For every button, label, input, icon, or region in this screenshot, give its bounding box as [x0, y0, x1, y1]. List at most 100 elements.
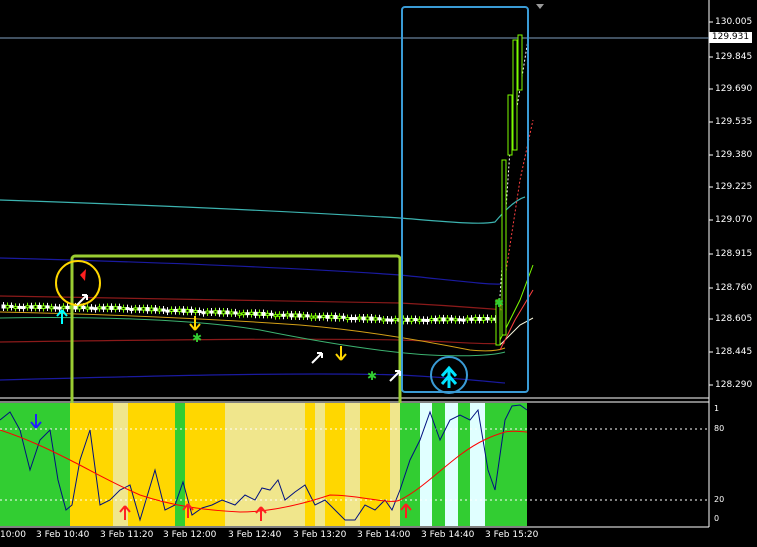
time-tick-label: 3 Feb 10:40	[36, 530, 90, 540]
candle	[517, 34, 523, 91]
candle	[121, 307, 126, 311]
candle	[421, 318, 426, 322]
candle	[257, 311, 262, 316]
candle	[157, 308, 162, 312]
candle	[353, 317, 358, 321]
indicator-zone	[485, 403, 527, 526]
candle	[93, 307, 98, 311]
candle	[265, 312, 270, 316]
indicator-zone	[458, 403, 470, 526]
candle	[485, 317, 490, 321]
candle	[489, 317, 494, 321]
candle	[205, 310, 210, 314]
candle	[413, 318, 418, 322]
candle	[429, 317, 434, 321]
candle	[333, 315, 338, 320]
candle	[81, 305, 86, 310]
candle	[173, 308, 178, 313]
candle	[325, 314, 330, 319]
indicator-zone	[445, 403, 458, 526]
candle	[197, 309, 202, 313]
candle	[125, 307, 130, 311]
indicator-level-label: 1	[714, 404, 720, 413]
time-tick-label: 3 Feb 11:20	[100, 530, 154, 540]
candle	[389, 318, 394, 322]
indicator-zone	[325, 403, 345, 526]
candle	[133, 307, 138, 311]
candle	[5, 304, 10, 309]
candle	[145, 307, 150, 312]
candle	[473, 316, 478, 321]
time-tick-label: 3 Feb 15:20	[485, 530, 539, 540]
candle	[237, 312, 242, 316]
candle	[293, 313, 298, 318]
time-tick-label: 3 Feb 13:20	[293, 530, 347, 540]
candle	[29, 305, 34, 309]
candle	[233, 311, 238, 315]
candle	[169, 308, 174, 312]
candle	[17, 305, 22, 309]
candle	[337, 315, 342, 320]
candle	[49, 306, 54, 310]
candle	[297, 313, 302, 318]
candle	[101, 306, 106, 310]
candle	[289, 313, 294, 318]
candle	[177, 308, 182, 313]
candle	[361, 316, 366, 321]
candle	[113, 306, 118, 310]
indicator-level-label: 0	[714, 514, 720, 523]
candle	[193, 309, 198, 313]
candle	[229, 311, 234, 315]
time-tick-label: 3 Feb 14:00	[357, 530, 411, 540]
candle	[357, 316, 362, 320]
star-icon: ✱	[192, 331, 202, 345]
candle	[437, 317, 442, 322]
candle	[285, 313, 290, 317]
indicator-zone	[390, 403, 400, 526]
candle	[365, 316, 370, 321]
candle	[73, 305, 78, 310]
price-tick-label: 130.005	[715, 17, 753, 27]
time-tick-label: 3 Feb 14:40	[421, 530, 475, 540]
candle	[1, 304, 6, 309]
candle	[309, 315, 314, 319]
indicator-zone	[470, 403, 485, 526]
indicator-zone	[432, 403, 445, 526]
candle	[457, 318, 462, 322]
candle	[221, 310, 226, 315]
candle	[181, 308, 186, 313]
candle	[409, 318, 414, 322]
trading-chart[interactable]: ✱ ✱ ✱	[0, 0, 757, 547]
candle	[425, 318, 430, 322]
candle	[77, 305, 82, 310]
candle	[445, 317, 450, 322]
candle	[213, 310, 218, 314]
candle	[117, 306, 122, 310]
candle	[417, 318, 422, 322]
candle	[61, 305, 66, 309]
candle	[185, 308, 190, 313]
indicator-zone	[315, 403, 325, 526]
candle	[249, 311, 254, 316]
candle	[9, 304, 14, 308]
candle	[189, 308, 194, 313]
candle	[45, 305, 50, 309]
indicator-zone	[305, 403, 315, 526]
price-tick-label: 129.535	[715, 117, 753, 127]
candle	[281, 313, 286, 317]
candle	[129, 307, 134, 311]
current-price-label: 129.931	[709, 32, 752, 43]
star-icon: ✱	[367, 369, 377, 383]
candle	[465, 317, 470, 321]
time-tick-label: 10:00	[0, 530, 26, 540]
candle	[37, 304, 42, 309]
candle	[393, 318, 398, 322]
price-tick-label: 128.445	[715, 347, 753, 357]
indicator-zone	[360, 403, 390, 526]
candle	[317, 315, 322, 319]
candle	[433, 317, 438, 322]
candle	[137, 307, 142, 311]
candle	[165, 309, 170, 313]
indicator-zone	[128, 403, 175, 526]
candle	[13, 305, 18, 309]
